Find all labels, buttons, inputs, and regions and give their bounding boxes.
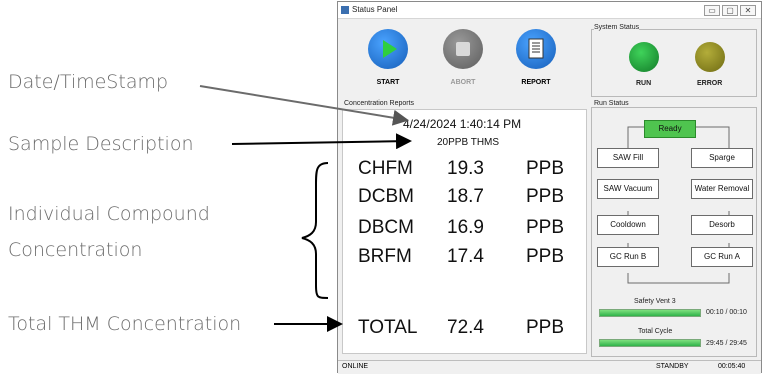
report-label: REPORT [521, 79, 551, 86]
status-bar: ONLINE STANDBY 00:05:40 [338, 360, 761, 374]
window-title: Status Panel [352, 5, 398, 14]
close-button[interactable]: ✕ [740, 5, 756, 16]
compound-value: 17.4 [447, 246, 484, 267]
ready-step: Ready [644, 120, 696, 138]
app-icon [341, 6, 349, 14]
step-water-removal: Water Removal [691, 179, 753, 199]
abort-label: ABORT [450, 79, 476, 86]
compound-name: DBCM [358, 217, 414, 238]
safety-vent-time: 00:10 / 00:10 [706, 309, 747, 316]
error-indicator [695, 42, 725, 72]
step-gc-run-b: GC Run B [597, 247, 659, 267]
total-cycle-progress [599, 339, 701, 347]
start-label: START [376, 79, 400, 86]
report-icon [528, 38, 544, 59]
concentration-report: 4/24/2024 1:40:14 PM 20PPB THMS CHFM 19.… [342, 109, 587, 354]
error-label: ERROR [697, 80, 723, 87]
total-cycle-label: Total Cycle [638, 328, 673, 335]
step-saw-fill: SAW Fill [597, 148, 659, 168]
safety-vent-label: Safety Vent 3 [634, 298, 676, 305]
compound-name: CHFM [358, 158, 413, 179]
step-sparge: Sparge [691, 148, 753, 168]
run-indicator [629, 42, 659, 72]
minimize-button[interactable]: ▭ [704, 5, 720, 16]
step-saw-vacuum: SAW Vacuum [597, 179, 659, 199]
total-value: 72.4 [447, 317, 484, 338]
step-desorb: Desorb [691, 215, 753, 235]
connection-status: ONLINE [342, 363, 369, 370]
compound-annotation-line1: Individual Compound [8, 203, 210, 225]
compound-unit: PPB [526, 186, 565, 207]
concentration-reports-label: Concentration Reports [344, 100, 415, 107]
run-status-label: Run Status [594, 100, 629, 107]
compound-brace [301, 162, 329, 299]
compound-unit: PPB [526, 217, 565, 238]
total-unit: PPB [526, 317, 565, 338]
total-cycle-time: 29:45 / 29:45 [706, 340, 747, 347]
step-cooldown: Cooldown [597, 215, 659, 235]
sample-annotation: Sample Description [8, 133, 194, 155]
maximize-button[interactable]: ▢ [722, 5, 738, 16]
start-button[interactable] [368, 29, 408, 69]
compound-name: DCBM [358, 186, 414, 207]
report-timestamp: 4/24/2024 1:40:14 PM [403, 117, 522, 131]
play-icon [383, 40, 397, 58]
total-name: TOTAL [358, 317, 418, 338]
system-status-label: System Status [594, 24, 640, 31]
compound-value: 16.9 [447, 217, 484, 238]
title-bar: Status Panel ▭ ▢ ✕ [338, 2, 761, 19]
compound-value: 18.7 [447, 186, 484, 207]
stop-icon [456, 42, 470, 56]
run-label: RUN [636, 80, 652, 87]
compound-annotation-line2: Concentration [8, 239, 143, 261]
safety-vent-progress [599, 309, 701, 317]
compound-value: 19.3 [447, 158, 484, 179]
system-status-group [591, 29, 757, 97]
report-button[interactable] [516, 29, 556, 69]
timestamp-annotation: Date/TimeStamp [8, 71, 169, 93]
run-state: STANDBY [656, 363, 689, 370]
compound-name: BRFM [358, 246, 412, 267]
abort-button[interactable] [443, 29, 483, 69]
clock: 00:05:40 [718, 363, 746, 370]
compound-unit: PPB [526, 246, 565, 267]
sample-description: 20PPB THMS [437, 137, 500, 148]
total-annotation: Total THM Concentration [8, 313, 242, 335]
status-panel-window: Status Panel ▭ ▢ ✕ START ABORT REPORT Sy… [337, 1, 762, 374]
step-gc-run-a: GC Run A [691, 247, 753, 267]
compound-unit: PPB [526, 158, 565, 179]
